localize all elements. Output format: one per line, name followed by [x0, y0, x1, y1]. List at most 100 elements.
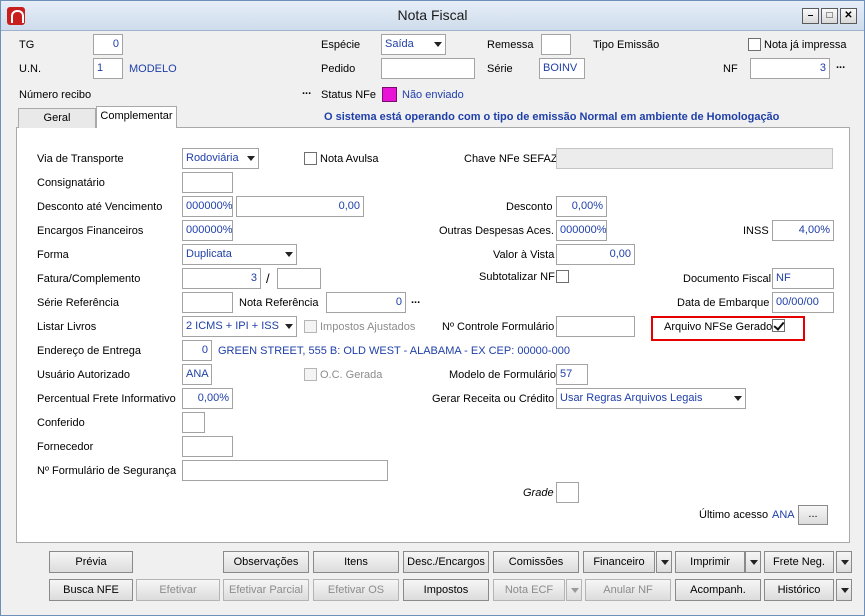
- busca-nfe-button[interactable]: Busca NFE: [49, 579, 133, 601]
- fatura-input[interactable]: 3: [182, 268, 261, 289]
- documento-fiscal-label: Documento Fiscal: [683, 273, 772, 285]
- financeiro-button[interactable]: Financeiro: [583, 551, 655, 573]
- desconto-venc-label: Desconto até Vencimento: [37, 201, 163, 213]
- consignatario-input[interactable]: [182, 172, 233, 193]
- environment-banner: O sistema está operando com o tipo de em…: [324, 111, 780, 123]
- grade-input[interactable]: [556, 482, 579, 503]
- efetivar-os-button[interactable]: Efetivar OS: [313, 579, 399, 601]
- desconto-venc-pct-input[interactable]: 000000%: [182, 196, 233, 217]
- gerar-receita-select[interactable]: Usar Regras Arquivos Legais: [556, 388, 746, 409]
- valor-vista-input[interactable]: 0,00: [556, 244, 635, 265]
- data-embarque-label: Data de Embarque: [677, 297, 770, 309]
- comissoes-button[interactable]: Comissões: [493, 551, 579, 573]
- historico-dropdown-button[interactable]: [836, 579, 852, 601]
- subtotalizar-label: Subtotalizar NF: [479, 271, 555, 283]
- nota-ecf-dropdown-button[interactable]: [566, 579, 582, 601]
- efetivar-parcial-button[interactable]: Efetivar Parcial: [223, 579, 309, 601]
- listar-livros-select[interactable]: 2 ICMS + IPI + ISS: [182, 316, 297, 337]
- desconto-venc-value-input[interactable]: 0,00: [236, 196, 364, 217]
- status-color-indicator: [382, 87, 397, 102]
- frete-input[interactable]: 0,00%: [182, 388, 233, 409]
- chevron-down-icon: [285, 252, 293, 257]
- acompanh-button[interactable]: Acompanh.: [675, 579, 761, 601]
- imprimir-dropdown-button[interactable]: [745, 551, 761, 573]
- encargos-input[interactable]: 000000%: [182, 220, 233, 241]
- forma-label: Forma: [37, 249, 69, 261]
- un-label: U.N.: [19, 63, 41, 75]
- usuario-input[interactable]: ANA: [182, 364, 212, 385]
- chave-nfe-input[interactable]: [556, 148, 833, 169]
- nota-avulsa-checkbox[interactable]: [304, 152, 317, 165]
- nota-impressa-checkbox[interactable]: [748, 38, 761, 51]
- nota-impressa-label: Nota já impressa: [764, 39, 847, 51]
- endereco-text: GREEN STREET, 555 B: OLD WEST - ALABAMA …: [218, 345, 570, 357]
- modelo-form-label: Modelo de Formulário: [449, 369, 556, 381]
- tab-geral[interactable]: Geral: [18, 108, 96, 128]
- tab-complementar[interactable]: Complementar: [96, 106, 177, 128]
- especie-select[interactable]: Saída: [381, 34, 446, 55]
- status-nfe-label: Status NFe: [321, 89, 377, 101]
- imprimir-button[interactable]: Imprimir: [675, 551, 745, 573]
- documento-fiscal-input[interactable]: NF: [772, 268, 834, 289]
- impostos-ajustados-checkbox[interactable]: [304, 320, 317, 333]
- nota-ref-input[interactable]: 0: [326, 292, 406, 313]
- minimize-button[interactable]: –: [802, 8, 819, 24]
- nf-search-button[interactable]: ...: [836, 59, 845, 71]
- maximize-button[interactable]: □: [821, 8, 838, 24]
- un-input[interactable]: 1: [93, 58, 123, 79]
- inss-input[interactable]: 4,00%: [772, 220, 834, 241]
- numero-recibo-label: Número recibo: [19, 89, 92, 101]
- remessa-input[interactable]: [541, 34, 571, 55]
- impostos-ajustados-label: Impostos Ajustados: [320, 321, 416, 333]
- modelo-form-input[interactable]: 57: [556, 364, 588, 385]
- efetivar-button[interactable]: Efetivar: [136, 579, 220, 601]
- desc-encargos-button[interactable]: Desc./Encargos: [403, 551, 489, 573]
- forma-select[interactable]: Duplicata: [182, 244, 297, 265]
- consignatario-label: Consignatário: [37, 177, 105, 189]
- close-button[interactable]: ✕: [840, 8, 857, 24]
- desconto-input[interactable]: 0,00%: [556, 196, 607, 217]
- desconto-label: Desconto: [506, 201, 553, 213]
- numero-recibo-button[interactable]: ...: [302, 85, 311, 97]
- outras-despesas-input[interactable]: 000000%: [556, 220, 607, 241]
- frete-neg-button[interactable]: Frete Neg.: [764, 551, 834, 573]
- historico-button[interactable]: Histórico: [764, 579, 834, 601]
- chevron-down-icon: [434, 42, 442, 47]
- ultimo-acesso-button[interactable]: ...: [798, 505, 828, 525]
- endereco-label: Endereço de Entrega: [37, 345, 141, 357]
- serie-input[interactable]: BOINV: [539, 58, 585, 79]
- previa-button[interactable]: Prévia: [49, 551, 133, 573]
- grade-label: Grade: [523, 487, 554, 499]
- financeiro-dropdown-button[interactable]: [656, 551, 672, 573]
- impostos-button[interactable]: Impostos: [403, 579, 489, 601]
- chave-nfe-label: Chave NFe SEFAZ: [464, 153, 558, 165]
- tg-input[interactable]: 0: [93, 34, 123, 55]
- anular-nf-button[interactable]: Anular NF: [585, 579, 671, 601]
- frete-neg-dropdown-button[interactable]: [836, 551, 852, 573]
- oc-gerada-checkbox[interactable]: [304, 368, 317, 381]
- observacoes-button[interactable]: Observações: [223, 551, 309, 573]
- form-seguranca-label: Nº Formulário de Segurança: [37, 465, 177, 477]
- especie-value: Saída: [385, 38, 414, 50]
- nota-fiscal-window: Nota Fiscal – □ ✕ TG 0 U.N. 1 MODELO Esp…: [0, 0, 865, 616]
- fatura-label: Fatura/Complemento: [37, 273, 141, 285]
- via-transporte-select[interactable]: Rodoviária: [182, 148, 259, 169]
- fatura-complemento-input[interactable]: [277, 268, 321, 289]
- conferido-input[interactable]: [182, 412, 205, 433]
- form-seguranca-input[interactable]: [182, 460, 388, 481]
- arquivo-nfse-checkbox[interactable]: [772, 319, 785, 332]
- nota-ref-search-button[interactable]: ...: [411, 294, 420, 306]
- fornecedor-input[interactable]: [182, 436, 233, 457]
- endereco-code-input[interactable]: 0: [182, 340, 212, 361]
- data-embarque-input[interactable]: 00/00/00: [772, 292, 834, 313]
- nf-input[interactable]: 3: [750, 58, 830, 79]
- nota-ecf-button[interactable]: Nota ECF: [493, 579, 565, 601]
- itens-button[interactable]: Itens: [313, 551, 399, 573]
- pedido-input[interactable]: [381, 58, 475, 79]
- controle-form-input[interactable]: [556, 316, 635, 337]
- subtotalizar-checkbox[interactable]: [556, 270, 569, 283]
- window-title: Nota Fiscal: [397, 7, 468, 23]
- arquivo-nfse-label: Arquivo NFSe Gerado: [664, 321, 773, 333]
- gerar-receita-label: Gerar Receita ou Crédito: [432, 393, 555, 405]
- serie-ref-input[interactable]: [182, 292, 233, 313]
